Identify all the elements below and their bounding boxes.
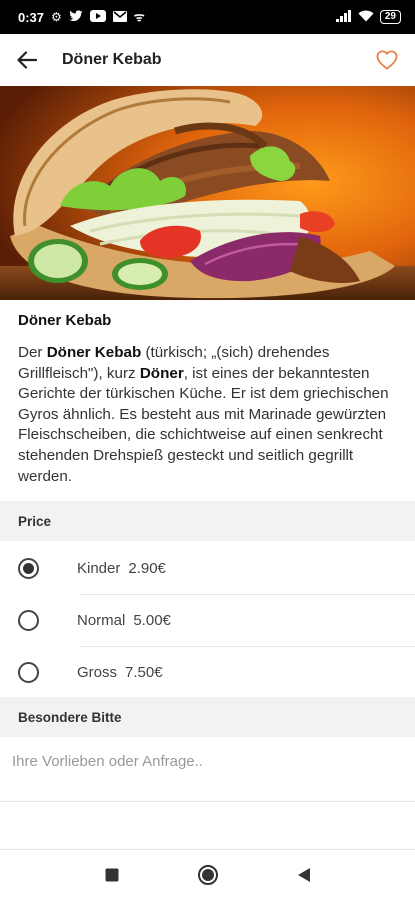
price-option-kinder[interactable]: Kinder 2.90€ bbox=[0, 542, 415, 594]
battery-indicator: 29 bbox=[379, 10, 401, 24]
arrow-left-icon bbox=[17, 51, 37, 69]
price-option-label: Gross 7.50€ bbox=[77, 663, 163, 681]
youtube-icon bbox=[89, 9, 106, 25]
price-option-gross[interactable]: Gross 7.50€ bbox=[0, 646, 415, 698]
special-request-input[interactable] bbox=[0, 739, 415, 783]
back-triangle-icon bbox=[297, 868, 310, 882]
divider bbox=[0, 801, 415, 802]
home-button[interactable] bbox=[195, 862, 221, 888]
wifi-icon bbox=[358, 10, 374, 25]
special-request-header: Besondere Bitte bbox=[0, 697, 415, 737]
settings-icon: ⚙ bbox=[51, 10, 62, 24]
signal-question-icon: ᯤ bbox=[133, 10, 145, 24]
back-button[interactable] bbox=[14, 47, 40, 73]
product-title: Döner Kebab bbox=[18, 312, 112, 329]
product-image bbox=[0, 86, 415, 300]
app-bar: Döner Kebab bbox=[0, 34, 415, 86]
recents-square-icon bbox=[105, 868, 118, 882]
gmail-icon bbox=[112, 10, 127, 25]
status-time: 0:37 bbox=[18, 9, 45, 25]
price-option-label: Kinder 2.90€ bbox=[77, 559, 166, 577]
back-nav-button[interactable] bbox=[291, 862, 317, 888]
signal-icon bbox=[335, 9, 352, 25]
system-nav-bar bbox=[0, 850, 415, 900]
status-bar-right: 29 bbox=[335, 9, 401, 25]
price-section-header: Price bbox=[0, 501, 415, 541]
product-description: Der Döner Kebab (türkisch; „(sich) drehe… bbox=[18, 344, 389, 485]
status-bar-left: 0:37 ⚙ ᯤ bbox=[18, 9, 145, 25]
radio-button[interactable] bbox=[18, 557, 39, 579]
status-bar: 0:37 ⚙ ᯤ 29 bbox=[0, 0, 415, 34]
radio-button[interactable] bbox=[18, 609, 39, 631]
price-option-normal[interactable]: Normal 5.00€ bbox=[0, 594, 415, 646]
doner-kebab-illustration bbox=[0, 86, 415, 300]
recents-button[interactable] bbox=[99, 862, 125, 888]
radio-button[interactable] bbox=[18, 661, 39, 683]
price-option-label: Normal 5.00€ bbox=[77, 611, 171, 629]
home-circle-icon bbox=[197, 865, 218, 885]
heart-outline-icon bbox=[376, 50, 398, 70]
favorite-button[interactable] bbox=[373, 46, 401, 74]
page-title: Döner Kebab bbox=[62, 51, 162, 68]
twitter-icon bbox=[69, 9, 83, 25]
